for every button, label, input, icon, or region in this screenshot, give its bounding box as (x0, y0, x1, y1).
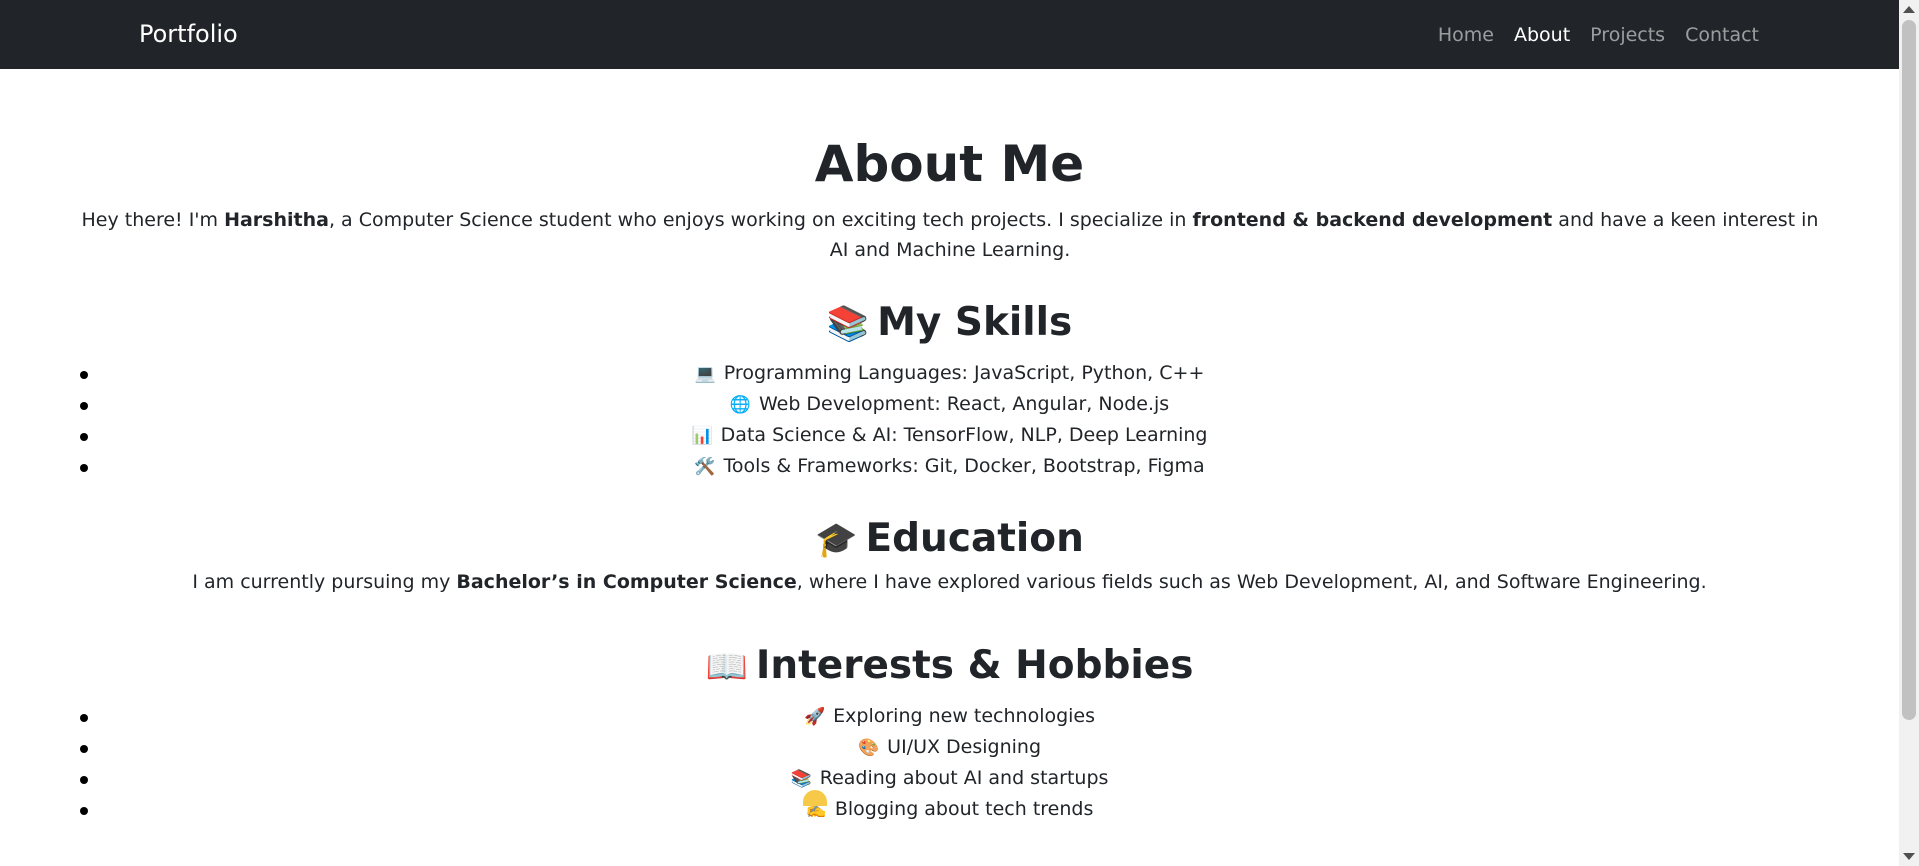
rocket-icon: 🚀 (803, 707, 826, 727)
palette-icon: 🎨 (857, 738, 880, 758)
graduation-cap-icon: 🎓 (815, 520, 858, 560)
bullet-icon (80, 714, 88, 722)
skills-title: My Skills (877, 300, 1073, 345)
list-item: 📊 Data Science & AI: TensorFlow, NLP, Dee… (0, 420, 1899, 451)
nav-links: Home About Projects Contact (1438, 22, 1759, 48)
interests-title: Interests & Hobbies (755, 643, 1194, 688)
interest-text: Reading about AI and startups (819, 767, 1109, 789)
skills-heading: 📚 My Skills (0, 298, 1899, 349)
scroll-down-arrow-icon[interactable] (1903, 853, 1915, 860)
list-item: 💻 Programming Languages: JavaScript, Pyth… (0, 358, 1899, 389)
bar-chart-icon: 📊 (691, 426, 713, 446)
interests-heading: 📖 Interests & Hobbies (0, 641, 1899, 692)
skills-list: 💻 Programming Languages: JavaScript, Pyth… (0, 358, 1899, 482)
list-item: 📚 Reading about AI and startups (0, 763, 1899, 794)
nav-link-contact[interactable]: Contact (1685, 22, 1759, 48)
education-heading: 🎓 Education (0, 514, 1899, 565)
intro-text-1: Hey there! I'm (81, 209, 225, 231)
interests-list: 🚀 Exploring new technologies 🎨 UI/UX Desig… (0, 701, 1899, 825)
intro-paragraph: Hey there! I'm Harshitha, a Computer Sci… (80, 205, 1820, 265)
tools-icon: 🛠️ (694, 457, 716, 477)
page-scrollbar[interactable] (1899, 0, 1919, 866)
bullet-icon (80, 745, 88, 753)
list-item: ✍️ Blogging about tech trends (0, 794, 1899, 825)
books-icon: 📚 (790, 769, 812, 789)
open-book-icon: 📖 (705, 647, 748, 687)
bullet-icon (80, 776, 88, 784)
brand-link[interactable]: Portfolio (139, 18, 238, 50)
bullet-icon (80, 433, 88, 441)
list-item: 🎨 UI/UX Designing (0, 732, 1899, 763)
skill-text: Tools & Frameworks: Git, Docker, Bootstr… (723, 455, 1205, 477)
bullet-icon (80, 464, 88, 472)
education-text-1: I am currently pursuing my (192, 571, 457, 593)
globe-icon: 🌐 (729, 395, 751, 415)
list-item: 🌐 Web Development: React, Angular, Node.j… (0, 389, 1899, 420)
scroll-up-arrow-icon[interactable] (1903, 6, 1915, 13)
navbar: Portfolio Home About Projects Contact (0, 0, 1899, 69)
interest-text: UI/UX Designing (887, 736, 1042, 758)
bullet-icon (80, 807, 88, 815)
list-item: 🛠️ Tools & Frameworks: Git, Docker, Boots… (0, 451, 1899, 482)
bullet-icon (80, 402, 88, 410)
nav-link-home[interactable]: Home (1438, 22, 1494, 48)
education-text-2: , where I have explored various fields s… (796, 571, 1707, 593)
intro-name: Harshitha (224, 209, 329, 231)
skill-text: Data Science & AI: TensorFlow, NLP, Deep… (720, 424, 1208, 446)
interest-text: Exploring new technologies (833, 705, 1096, 727)
page-title: About Me (814, 135, 1085, 193)
bullet-icon (80, 371, 88, 379)
scroll-thumb[interactable] (1902, 20, 1916, 720)
laptop-icon: 💻 (694, 364, 716, 384)
books-icon: 📚 (826, 304, 870, 344)
education-degree: Bachelor’s in Computer Science (456, 571, 797, 593)
education-paragraph: I am currently pursuing my Bachelor’s in… (0, 567, 1899, 597)
nav-link-projects[interactable]: Projects (1590, 22, 1665, 48)
skill-text: Programming Languages: JavaScript, Pytho… (723, 362, 1205, 384)
intro-focus: frontend & backend development (1192, 209, 1553, 231)
list-item: 🚀 Exploring new technologies (0, 701, 1899, 732)
interest-text: Blogging about tech trends (834, 798, 1094, 820)
nav-link-about[interactable]: About (1514, 22, 1570, 48)
education-title: Education (865, 516, 1084, 561)
skill-text: Web Development: React, Angular, Node.js (758, 393, 1170, 415)
intro-text-2: , a Computer Science student who enjoys … (328, 209, 1193, 231)
